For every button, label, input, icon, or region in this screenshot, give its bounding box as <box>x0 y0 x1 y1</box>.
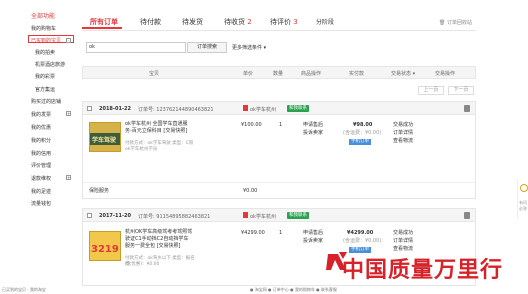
watermark-text: 中国质量万里行 <box>342 257 504 283</box>
col-actions: 交易操作 <box>435 71 456 77</box>
status-right: ● 淘宝网 ● 订单中心 ● 我的购物车 ● 联系客服 <box>250 287 337 292</box>
main-content: 所有订单 待付款 待发货 待收货 2 待评价 3 分阶段 🗑 订单回收站 ok … <box>82 0 476 294</box>
product-thumbnail[interactable]: 3219 <box>89 231 121 261</box>
product-title[interactable]: ok学车杭州 全国学车直通服务-百元立保科目 [交易快照] <box>125 121 193 135</box>
delete-order-icon[interactable] <box>464 105 470 112</box>
sidebar-item-footprint[interactable]: 我的足迹 <box>31 188 51 195</box>
paid-amount: ¥4299.00 <box>347 230 374 236</box>
after-sale-link[interactable]: 申请售后 <box>303 230 323 237</box>
tab-all-orders[interactable]: 所有订单 <box>90 17 118 27</box>
quantity: 1 <box>279 122 283 128</box>
order-date: 2018-01-22 <box>99 106 131 112</box>
col-price: 单价 <box>243 71 254 77</box>
expand-icon[interactable]: + <box>66 111 71 116</box>
prev-page-button[interactable]: 上一页 <box>418 86 444 95</box>
contact-seller-badge[interactable]: 和我联系 <box>287 105 309 112</box>
product-discount: (含优惠)：¥0.00 <box>125 262 160 267</box>
sidebar-item-auction[interactable]: 我的拍卖 <box>35 49 55 56</box>
help-float-widget[interactable]: 有问 必答 <box>517 178 528 218</box>
order-checkbox[interactable] <box>87 106 92 111</box>
status-left: 已买到的宝贝 · 我的淘宝 <box>2 287 46 292</box>
order-number: 订单号: 91154895882463821 <box>138 214 211 220</box>
sidebar-item-bought[interactable]: 已买到的宝贝 <box>31 37 61 44</box>
trade-status: 交易成功 <box>393 230 414 236</box>
tab-staged[interactable]: 分阶段 <box>316 17 334 26</box>
complain-link[interactable]: 投诉卖家 <box>303 238 323 245</box>
shipping-note: (含运费：¥0.00) <box>343 238 382 244</box>
sidebar-item-points[interactable]: 我的积分 <box>31 137 51 144</box>
trade-status: 交易成功 <box>393 122 414 128</box>
sidebar-section-all: 全部功能 <box>31 13 56 20</box>
unit-price: ¥4299.00 <box>241 230 265 236</box>
tab-active-indicator <box>82 27 122 29</box>
shop-name[interactable]: ok学车杭州 <box>250 213 276 220</box>
divider <box>83 182 475 183</box>
sidebar-item-travel[interactable]: 机票酒店旅游 <box>35 61 65 68</box>
tab-pending-review[interactable]: 待评价 3 <box>270 17 298 27</box>
collapse-icon[interactable]: - <box>66 38 71 43</box>
order-detail-link[interactable]: 订单详情 <box>393 130 413 137</box>
status-bar: 已买到的宝贝 · 我的淘宝 ● 淘宝网 ● 订单中心 ● 我的购物车 ● 联系客… <box>0 287 528 294</box>
unit-price: ¥100.00 <box>241 122 262 128</box>
col-paid: 实付款 <box>349 71 365 77</box>
shop-icon <box>243 212 248 218</box>
more-filters-link[interactable]: 更多筛选条件 ▾ <box>232 44 266 51</box>
after-sale-link[interactable]: 申请售后 <box>303 122 323 129</box>
quantity: 1 <box>279 230 283 236</box>
sidebar-item-invoice[interactable]: 我的发票 <box>31 111 51 118</box>
order-date: 2017-11-20 <box>99 213 131 219</box>
order-detail-link[interactable]: 订单详情 <box>393 238 413 245</box>
sidebar-item-cart[interactable]: 我的购物车 <box>31 25 56 32</box>
chevron-down-icon: ▾ <box>263 45 267 51</box>
product-title[interactable]: 杭州OK学车高级驾考考驾照驾驶证C1手动挡C2自动挡学车服务一费全包 [交易快照… <box>125 229 193 250</box>
order-checkbox[interactable] <box>87 213 92 218</box>
sidebar: 全部功能 我的购物车 已买到的宝贝 - 我的拍卖 机票酒店旅游 我的彩票 官方集… <box>0 0 76 294</box>
logistics-link[interactable]: 查看物流 <box>393 138 413 145</box>
help-line2: 必答 <box>519 206 527 211</box>
complain-link[interactable]: 投诉卖家 <box>303 130 323 137</box>
sidebar-item-lottery[interactable]: 我的彩票 <box>35 73 55 80</box>
sidebar-item-traffic[interactable]: 流量钱包 <box>31 200 51 207</box>
sidebar-item-shipping[interactable]: 官方集运 <box>35 86 55 93</box>
sidebar-item-coupons[interactable]: 我的优惠 <box>31 124 51 131</box>
col-ops: 商品操作 <box>301 71 322 77</box>
contact-seller-badge[interactable]: 和我联系 <box>287 212 309 219</box>
order-card: 2018-01-22 订单号: 123762144890463821 ok学车杭… <box>82 101 476 199</box>
expand-icon[interactable]: + <box>66 175 71 180</box>
table-header: 宝贝 单价 数量 商品操作 实付款 交易状态 ▾ 交易操作 <box>82 66 476 79</box>
insurance-price: ¥0.00 <box>243 188 258 194</box>
tab-pending-ship[interactable]: 待发货 <box>182 17 203 27</box>
search-button[interactable]: 订单搜索 <box>187 42 227 53</box>
search-input[interactable]: ok <box>86 42 186 53</box>
order-tabs: 所有订单 待付款 待发货 待收货 2 待评价 3 分阶段 🗑 订单回收站 <box>82 14 476 31</box>
trash-icon: 🗑 <box>439 20 447 26</box>
sidebar-item-credit[interactable]: 我的信用 <box>31 150 51 157</box>
sidebar-item-refund[interactable]: 退款维权 <box>31 175 51 182</box>
shipping-note: (含运费：¥0.00) <box>343 130 382 136</box>
next-page-button[interactable]: 下一页 <box>448 86 474 95</box>
paid-amount: ¥98.00 <box>353 122 373 128</box>
tab-pending-receive[interactable]: 待收货 2 <box>224 17 252 27</box>
shop-name[interactable]: ok学车杭州 <box>250 106 276 113</box>
tab-pending-payment[interactable]: 待付款 <box>140 17 161 27</box>
order-header: 2018-01-22 订单号: 123762144890463821 ok学车杭… <box>83 102 475 115</box>
recycle-bin-link[interactable]: 🗑 订单回收站 <box>439 19 472 26</box>
mobile-order-badge: 手机订单 <box>349 139 371 145</box>
insurance-label: 保险服务 <box>89 188 110 194</box>
delete-order-icon[interactable] <box>464 212 470 219</box>
help-icon <box>520 184 528 192</box>
product-seller: ok学车杭州学员 <box>125 147 158 152</box>
col-goods: 宝贝 <box>149 71 160 77</box>
col-qty: 数量 <box>273 71 284 77</box>
shop-icon <box>243 105 248 111</box>
order-number: 订单号: 123762144890463821 <box>138 107 214 113</box>
sidebar-item-shops[interactable]: 购买过的店铺 <box>31 98 61 105</box>
product-thumbnail[interactable]: 学车驾驶 <box>89 122 121 152</box>
order-header: 2017-11-20 订单号: 91154895882463821 ok学车杭州… <box>83 209 475 222</box>
col-status[interactable]: 交易状态 ▾ <box>391 70 415 77</box>
sidebar-item-reviews[interactable]: 评价管理 <box>31 162 51 169</box>
